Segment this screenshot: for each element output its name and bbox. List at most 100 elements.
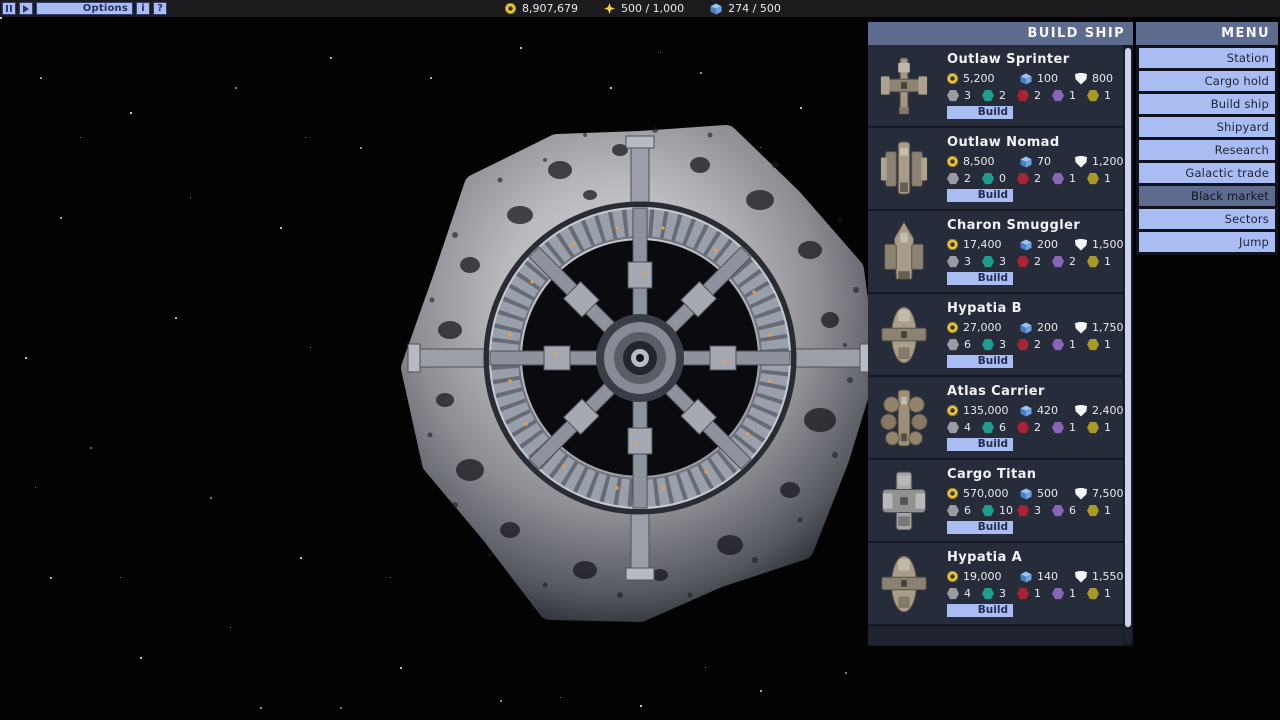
- credits-icon: [947, 405, 958, 416]
- hex-count: 1: [1104, 421, 1111, 434]
- hex-count: 2: [1034, 89, 1041, 102]
- red-hex-icon: [1017, 256, 1029, 268]
- yellow-hex-icon: [1087, 588, 1099, 600]
- ship-cost-cubes: 140: [1037, 570, 1058, 583]
- cargo-cube-icon: [710, 3, 722, 15]
- hex-count: 1: [1034, 587, 1041, 600]
- ship-cost-credits: 17,400: [963, 238, 1002, 251]
- gray-hex-icon: [947, 339, 959, 351]
- cargo-cube-icon: [1020, 488, 1032, 500]
- ship-shield-value: 7,500: [1092, 487, 1124, 500]
- menu-item-black-market[interactable]: Black market: [1139, 186, 1275, 206]
- hex-count: 3: [964, 255, 971, 268]
- cargo-value: 274 / 500: [728, 2, 781, 15]
- build-button[interactable]: Build: [947, 521, 1013, 534]
- red-hex-icon: [1017, 422, 1029, 434]
- menu-item-cargo-hold[interactable]: Cargo hold: [1139, 71, 1275, 91]
- build-button[interactable]: Build: [947, 438, 1013, 451]
- ship-name: Cargo Titan: [947, 467, 1123, 482]
- ship-thumbnail: [876, 548, 931, 620]
- hex-count: 1: [1069, 338, 1076, 351]
- menu-item-build-ship[interactable]: Build ship: [1139, 94, 1275, 114]
- menu-item-sectors[interactable]: Sectors: [1139, 209, 1275, 229]
- pause-button[interactable]: [2, 2, 16, 15]
- gray-hex-icon: [947, 90, 959, 102]
- purple-hex-icon: [1052, 256, 1064, 268]
- ship-thumbnail: [876, 133, 931, 205]
- list-footer: [868, 626, 1123, 645]
- hex-count: 3: [964, 89, 971, 102]
- help-button[interactable]: ?: [153, 2, 167, 15]
- hex-count: 1: [1104, 172, 1111, 185]
- menu-item-research[interactable]: Research: [1139, 140, 1275, 160]
- ship-card-cargo-titan: Cargo Titan 570,000 500 7,500 6 10 3 6 1…: [868, 460, 1123, 541]
- ship-shield-value: 1,200: [1092, 155, 1124, 168]
- hex-count: 1: [1104, 504, 1111, 517]
- shield-icon: [1075, 322, 1087, 334]
- build-button[interactable]: Build: [947, 604, 1013, 617]
- credits-icon: [947, 73, 958, 84]
- teal-hex-icon: [982, 90, 994, 102]
- build-button[interactable]: Build: [947, 272, 1013, 285]
- build-button[interactable]: Build: [947, 189, 1013, 202]
- shield-icon: [1075, 488, 1087, 500]
- ship-cost-credits: 8,500: [963, 155, 995, 168]
- ship-cost-cubes: 200: [1037, 321, 1058, 334]
- hex-count: 2: [1034, 338, 1041, 351]
- ship-shield-value: 1,750: [1092, 321, 1124, 334]
- menu-item-shipyard[interactable]: Shipyard: [1139, 117, 1275, 137]
- options-button[interactable]: Options: [36, 2, 133, 15]
- yellow-hex-icon: [1087, 422, 1099, 434]
- ship-cost-cubes: 70: [1037, 155, 1051, 168]
- ship-cost-cubes: 200: [1037, 238, 1058, 251]
- build-ship-panel-header: BUILD SHIP: [868, 22, 1133, 45]
- build-button[interactable]: Build: [947, 355, 1013, 368]
- yellow-hex-icon: [1087, 90, 1099, 102]
- hex-count: 1: [1104, 255, 1111, 268]
- pause-icon: [6, 5, 12, 12]
- ship-cost-cubes: 500: [1037, 487, 1058, 500]
- hex-count: 10: [999, 504, 1013, 517]
- ship-cost-credits: 570,000: [963, 487, 1009, 500]
- hex-count: 4: [964, 587, 971, 600]
- menu-item-galactic-trade[interactable]: Galactic trade: [1139, 163, 1275, 183]
- gray-hex-icon: [947, 422, 959, 434]
- resource-energy: 500 / 1,000: [604, 2, 684, 15]
- menu-item-station[interactable]: Station: [1139, 48, 1275, 68]
- ship-cost-credits: 5,200: [963, 72, 995, 85]
- menu-panel-header: MENU: [1136, 22, 1278, 45]
- yellow-hex-icon: [1087, 256, 1099, 268]
- ship-shield-value: 1,550: [1092, 570, 1124, 583]
- ship-list: Outlaw Sprinter 5,200 100 800 3 2 2 1 1 …: [868, 45, 1133, 646]
- purple-hex-icon: [1052, 173, 1064, 185]
- ship-thumbnail: [876, 216, 931, 288]
- hex-count: 2: [1034, 421, 1041, 434]
- teal-hex-icon: [982, 173, 994, 185]
- hex-count: 0: [999, 172, 1006, 185]
- menu-item-jump[interactable]: Jump: [1139, 232, 1275, 252]
- ship-shield-value: 1,500: [1092, 238, 1124, 251]
- shield-icon: [1075, 156, 1087, 168]
- scrollbar-thumb[interactable]: [1125, 48, 1131, 627]
- purple-hex-icon: [1052, 588, 1064, 600]
- purple-hex-icon: [1052, 90, 1064, 102]
- scrollbar[interactable]: [1124, 47, 1132, 644]
- ship-card-atlas-carrier: Atlas Carrier 135,000 420 2,400 4 6 2 1 …: [868, 377, 1123, 458]
- ship-thumbnail: [876, 50, 931, 122]
- top-bar: Options i ? 8,907,679 500 / 1,000 274 / …: [0, 0, 1280, 17]
- hex-count: 2: [1069, 255, 1076, 268]
- gray-hex-icon: [947, 588, 959, 600]
- ship-cost-credits: 27,000: [963, 321, 1002, 334]
- play-button[interactable]: [19, 2, 33, 15]
- hex-count: 6: [1069, 504, 1076, 517]
- resource-cargo: 274 / 500: [710, 2, 781, 15]
- hex-count: 3: [999, 338, 1006, 351]
- hex-count: 4: [964, 421, 971, 434]
- hex-count: 6: [964, 504, 971, 517]
- hex-count: 2: [964, 172, 971, 185]
- build-button[interactable]: Build: [947, 106, 1013, 119]
- ship-thumbnail: [876, 299, 931, 371]
- shield-icon: [1075, 405, 1087, 417]
- info-button[interactable]: i: [136, 2, 150, 15]
- purple-hex-icon: [1052, 339, 1064, 351]
